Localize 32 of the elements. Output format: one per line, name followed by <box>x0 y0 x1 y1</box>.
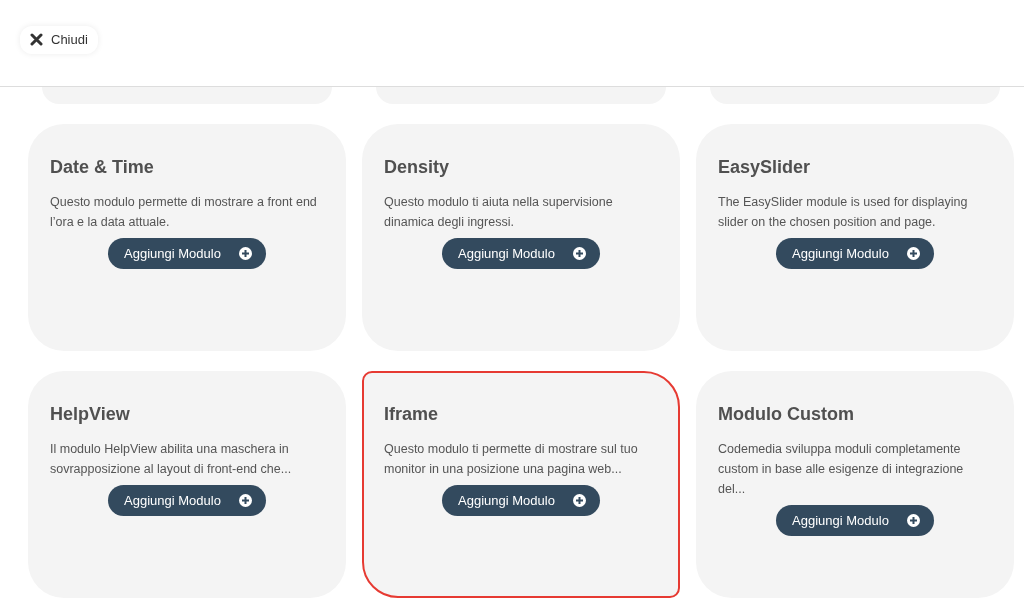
module-title: HelpView <box>50 403 131 425</box>
add-module-button[interactable]: Aggiungi Modulo <box>108 485 266 516</box>
module-card[interactable]: Date & Time Questo modulo permette di mostrare a front end l’ora e la data attuale. Aggiungi Modulo <box>28 124 346 351</box>
module-description: Codemedia sviluppa moduli completamente custom in base alle esigenze di integrazione del... <box>718 441 965 498</box>
module-card[interactable]: Modulo Custom Codemedia sviluppa moduli completamente custom in base alle esigenze di integrazione del... Aggiungi Modulo <box>696 371 1014 598</box>
module-description: Il modulo HelpView abilita una maschera in sovrapposizione al layout di front-end che... <box>50 441 293 478</box>
add-module-button[interactable]: Aggiungi Modulo <box>442 485 600 516</box>
module-description: Questo modulo ti aiuta nella supervisione dinamica degli ingressi. <box>384 194 614 231</box>
plus-circle-icon <box>572 247 586 260</box>
add-module-button[interactable]: Aggiungi Modulo <box>776 505 934 536</box>
plus-circle-icon <box>238 247 252 260</box>
plus-circle-icon <box>572 494 586 507</box>
module-title: Density <box>384 156 451 178</box>
module-description: Questo modulo ti permette di mostrare sul tuo monitor in una posizione una pagina web... <box>384 441 639 478</box>
add-module-button[interactable]: Aggiungi Modulo <box>442 238 600 269</box>
module-card[interactable]: Density Questo modulo ti aiuta nella supervisione dinamica degli ingressi. Aggiungi Modulo <box>362 124 680 351</box>
module-description: Questo modulo permette di mostrare a front end l’ora e la data attuale. <box>50 194 318 231</box>
plus-circle-icon <box>906 514 920 527</box>
plus-circle-icon <box>906 247 920 260</box>
module-title: Modulo Custom <box>718 403 855 425</box>
close-icon <box>30 33 43 47</box>
module-title: EasySlider <box>718 156 812 178</box>
module-card[interactable]: EasySlider The EasySlider module is used for displaying slider on the chosen position and page. Aggiungi Modulo <box>696 124 1014 351</box>
plus-circle-icon <box>238 494 252 507</box>
module-card[interactable]: HelpView Il modulo HelpView abilita una maschera in sovrapposizione al layout di front-end che... Aggiungi Modulo <box>28 371 346 598</box>
add-module-button[interactable]: Aggiungi Modulo <box>776 238 934 269</box>
close-button[interactable]: Chiudi <box>20 26 98 54</box>
module-title: Iframe <box>384 403 440 425</box>
module-description: The EasySlider module is used for displaying slider on the chosen position and page. <box>718 194 969 231</box>
add-module-button[interactable]: Aggiungi Modulo <box>108 238 266 269</box>
module-card[interactable]: Iframe Questo modulo ti permette di mostrare sul tuo monitor in una posizione una pagina web... Aggiungi Modulo <box>362 371 680 598</box>
module-title: Date & Time <box>50 156 155 178</box>
